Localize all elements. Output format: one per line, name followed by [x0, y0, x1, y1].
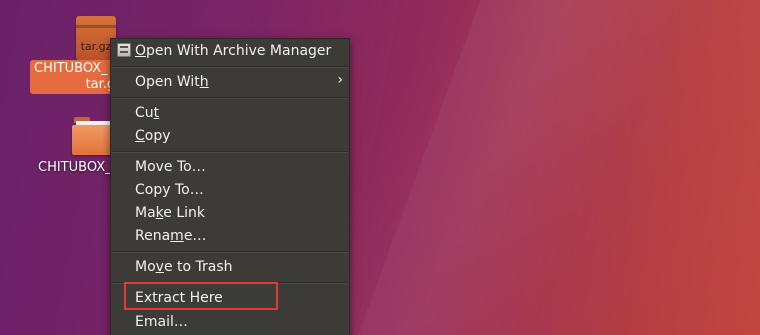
folder-label[interactable]: CHITUBOX_ [38, 160, 112, 175]
menu-item-rename[interactable]: Rename… [135, 226, 206, 246]
menu-separator [112, 151, 348, 153]
menu-item-move-to[interactable]: Move To… [135, 157, 206, 177]
menu-item-open-with-archive-manager[interactable]: Open With Archive Manager [135, 41, 331, 61]
menu-separator [112, 97, 348, 99]
extract-here-highlight-box [124, 282, 278, 310]
menu-item-copy[interactable]: Copy [135, 126, 171, 146]
menu-item-cut[interactable]: Cut [135, 103, 159, 123]
menu-separator [112, 66, 348, 68]
menu-item-email[interactable]: Email… [135, 312, 188, 332]
archive-label-line1: CHITUBOX_ [34, 61, 108, 76]
menu-separator [112, 251, 348, 253]
desktop[interactable]: tar.gz CHITUBOX_ tar.gz CHITUBOX_ Open W… [0, 0, 760, 335]
archive-label-line2: tar.gz [85, 77, 122, 92]
archive-manager-icon [117, 43, 131, 57]
archive-band [76, 25, 116, 28]
menu-item-copy-to[interactable]: Copy To… [135, 180, 204, 200]
menu-item-open-with[interactable]: Open With [135, 72, 209, 92]
chevron-right-icon: › [337, 72, 343, 88]
menu-item-move-to-trash[interactable]: Move to Trash [135, 257, 233, 277]
archive-file-label[interactable]: CHITUBOX_ tar.gz [30, 60, 122, 94]
menu-item-make-link[interactable]: Make Link [135, 203, 205, 223]
